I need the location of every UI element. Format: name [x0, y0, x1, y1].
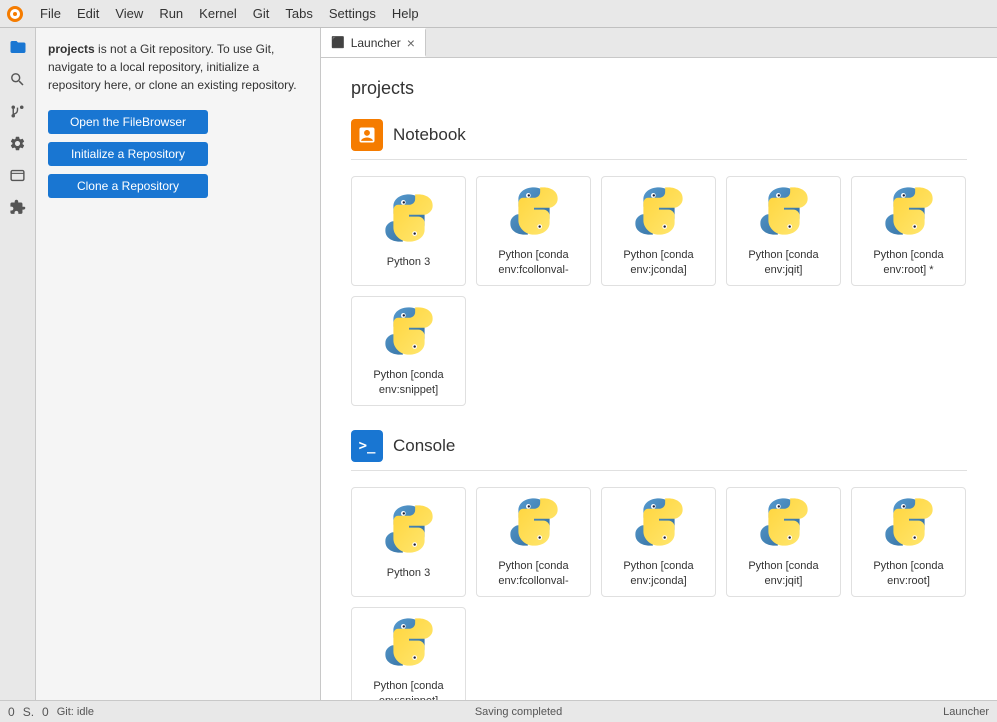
python-logo-conda-snippet — [383, 305, 435, 360]
kernel-card-console-python3[interactable]: Python 3 — [351, 487, 466, 597]
kernel-name-conda-root: Python [conda env:root] * — [860, 248, 957, 277]
activity-extensions-icon[interactable] — [3, 192, 33, 222]
tab-launcher-icon: ⬛ — [331, 36, 345, 49]
menu-view[interactable]: View — [107, 4, 151, 23]
status-left: 0 S. 0 Git: idle — [8, 705, 94, 719]
activity-git-icon[interactable] — [3, 96, 33, 126]
console-section-icon: >_ — [351, 430, 383, 462]
kernel-name-console-conda-jconda: Python [conda env:jconda] — [610, 559, 707, 588]
python-logo-console-conda-fcollonval — [508, 496, 560, 551]
content-area: ⬛ Launcher × projects Notebook — [321, 28, 997, 700]
status-icon-2[interactable]: 0 — [42, 705, 49, 719]
status-icon-0[interactable]: 0 — [8, 705, 15, 719]
kernel-name-console-conda-jqit: Python [conda env:jqit] — [735, 559, 832, 588]
python-logo-conda-jconda — [633, 185, 685, 240]
python-logo-conda-fcollonval — [508, 185, 560, 240]
app-logo — [4, 3, 26, 25]
notebook-section-icon — [351, 119, 383, 151]
kernel-card-conda-jconda[interactable]: Python [conda env:jconda] — [601, 176, 716, 286]
kernel-name-conda-snippet: Python [conda env:snippet] — [360, 368, 457, 397]
python-logo-console-conda-jqit — [758, 496, 810, 551]
launcher-title: projects — [351, 78, 967, 99]
console-kernels-grid: Python 3 Python [conda env:fcoll — [351, 487, 967, 700]
status-center-message: Saving completed — [104, 706, 933, 718]
kernel-name-console-python3: Python 3 — [387, 566, 430, 580]
kernel-card-console-conda-snippet[interactable]: Python [conda env:snippet] — [351, 607, 466, 700]
console-section-title: Console — [393, 436, 455, 456]
menu-run[interactable]: Run — [151, 4, 191, 23]
notebook-section-title: Notebook — [393, 125, 466, 145]
menu-git[interactable]: Git — [245, 4, 278, 23]
activity-settings-icon[interactable] — [3, 128, 33, 158]
kernel-name-conda-jconda: Python [conda env:jconda] — [610, 248, 707, 277]
open-filebrowser-button[interactable]: Open the FileBrowser — [48, 110, 208, 134]
menu-edit[interactable]: Edit — [69, 4, 107, 23]
kernel-name-conda-fcollonval: Python [conda env:fcollonval- — [485, 248, 582, 277]
activity-bar — [0, 28, 36, 700]
activity-search-icon[interactable] — [3, 64, 33, 94]
kernel-card-console-conda-jconda[interactable]: Python [conda env:jconda] — [601, 487, 716, 597]
clone-repo-button[interactable]: Clone a Repository — [48, 174, 208, 198]
status-right-label: Launcher — [943, 706, 989, 718]
kernel-card-console-conda-root[interactable]: Python [conda env:root] — [851, 487, 966, 597]
kernel-name-console-conda-root: Python [conda env:root] — [860, 559, 957, 588]
menu-kernel[interactable]: Kernel — [191, 4, 245, 23]
menubar: File Edit View Run Kernel Git Tabs Setti… — [0, 0, 997, 28]
tab-launcher[interactable]: ⬛ Launcher × — [321, 28, 426, 57]
python-logo-console-conda-jconda — [633, 496, 685, 551]
menu-help[interactable]: Help — [384, 4, 427, 23]
kernel-card-conda-snippet[interactable]: Python [conda env:snippet] — [351, 296, 466, 406]
tab-bar: ⬛ Launcher × — [321, 28, 997, 58]
kernel-name-console-conda-fcollonval: Python [conda env:fcollonval- — [485, 559, 582, 588]
notebook-section-header: Notebook — [351, 119, 967, 160]
kernel-name-conda-jqit: Python [conda env:jqit] — [735, 248, 832, 277]
kernel-name-python3: Python 3 — [387, 255, 430, 269]
python-logo-console-python3 — [383, 503, 435, 558]
menu-tabs[interactable]: Tabs — [277, 4, 320, 23]
python-logo-conda-root — [883, 185, 935, 240]
status-icon-1[interactable]: S. — [23, 705, 34, 719]
kernel-card-python3[interactable]: Python 3 — [351, 176, 466, 286]
console-section-header: >_ Console — [351, 430, 967, 471]
git-panel: projects is not a Git repository. To use… — [36, 28, 321, 700]
kernel-card-console-conda-jqit[interactable]: Python [conda env:jqit] — [726, 487, 841, 597]
git-buttons-container: Open the FileBrowser Initialize a Reposi… — [48, 110, 308, 198]
kernel-card-conda-root[interactable]: Python [conda env:root] * — [851, 176, 966, 286]
activity-folder-icon[interactable] — [3, 160, 33, 190]
launcher-content: projects Notebook — [321, 58, 997, 700]
kernel-card-console-conda-fcollonval[interactable]: Python [conda env:fcollonval- — [476, 487, 591, 597]
activity-files-icon[interactable] — [3, 32, 33, 62]
git-panel-message: projects is not a Git repository. To use… — [48, 40, 308, 94]
python-logo-console-conda-snippet — [383, 616, 435, 671]
python-logo-conda-jqit — [758, 185, 810, 240]
menu-settings[interactable]: Settings — [321, 4, 384, 23]
initialize-repo-button[interactable]: Initialize a Repository — [48, 142, 208, 166]
kernel-card-conda-fcollonval[interactable]: Python [conda env:fcollonval- — [476, 176, 591, 286]
git-status-label: Git: idle — [57, 706, 94, 718]
status-bar: 0 S. 0 Git: idle Saving completed Launch… — [0, 700, 997, 722]
kernel-name-console-conda-snippet: Python [conda env:snippet] — [360, 679, 457, 700]
tab-launcher-label: Launcher — [351, 36, 401, 50]
python-logo-python3 — [383, 192, 435, 247]
tab-close-button[interactable]: × — [407, 36, 415, 50]
notebook-kernels-grid: Python 3 Python [conda env:fcoll — [351, 176, 967, 406]
python-logo-console-conda-root — [883, 496, 935, 551]
kernel-card-conda-jqit[interactable]: Python [conda env:jqit] — [726, 176, 841, 286]
menu-file[interactable]: File — [32, 4, 69, 23]
main-layout: projects is not a Git repository. To use… — [0, 28, 997, 700]
